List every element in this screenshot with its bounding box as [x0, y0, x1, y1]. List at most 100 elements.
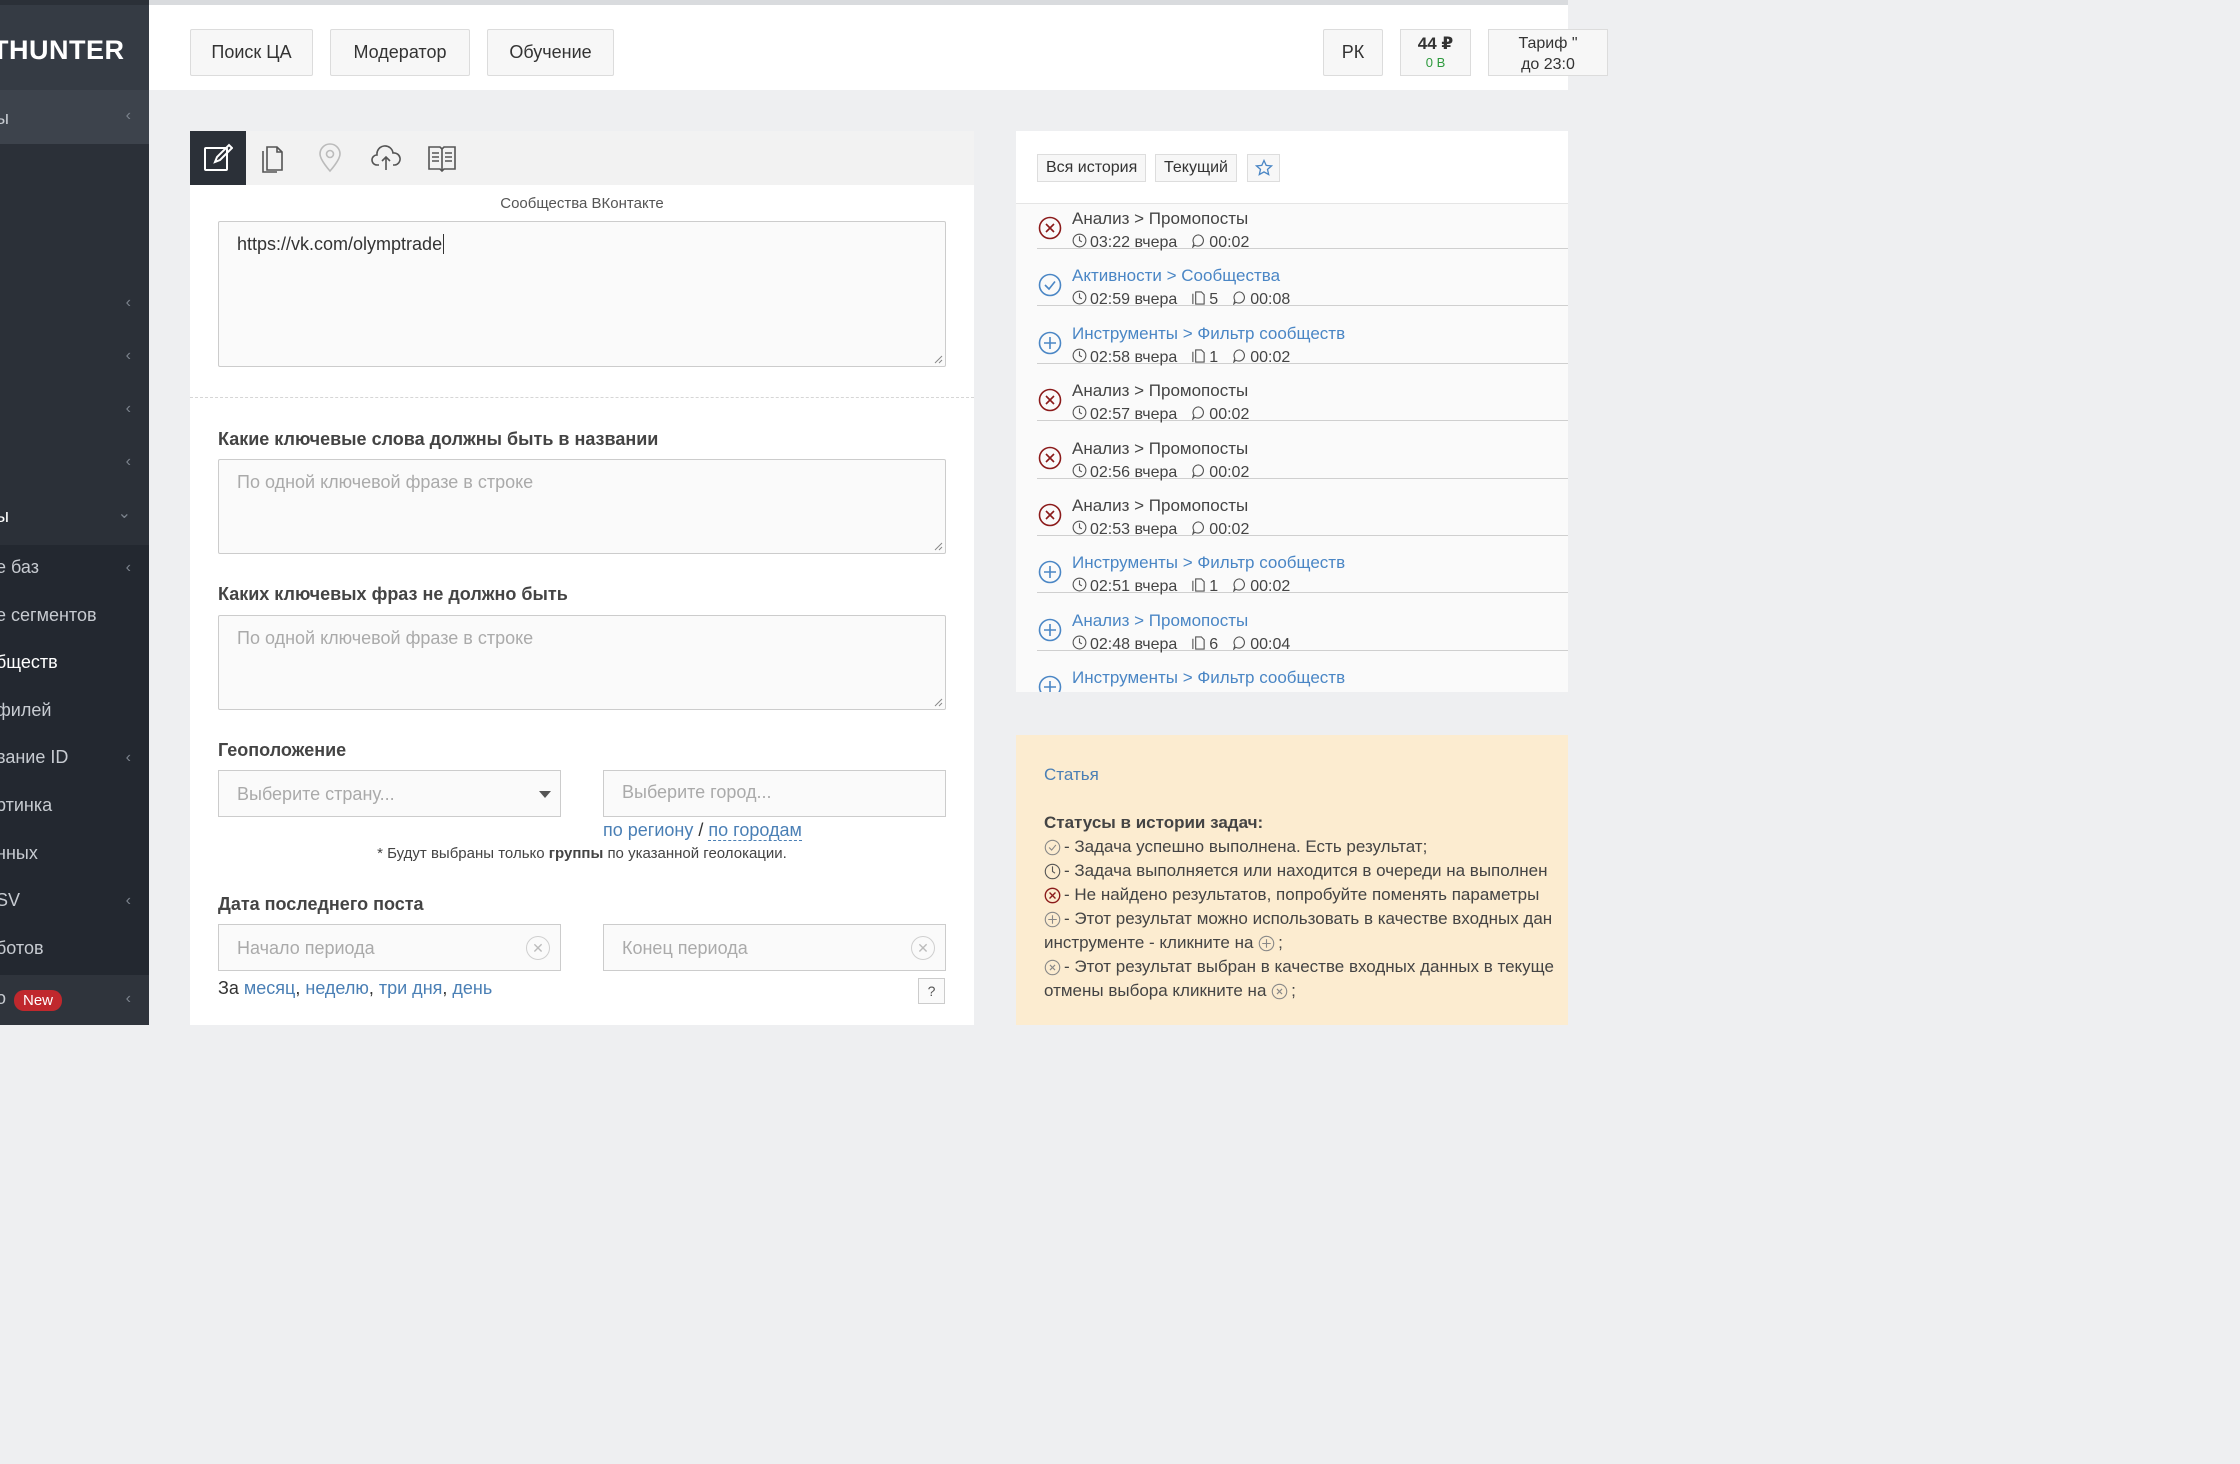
sidebar-item-9[interactable]: филей — [0, 700, 149, 740]
source-value: https://vk.com/olymptrade — [237, 234, 443, 254]
sidebar-item-6[interactable]: е баз ‹ — [0, 557, 149, 597]
tariff-button[interactable]: Тариф " до 23:0 — [1488, 29, 1608, 76]
chevron-left-icon: ‹ — [125, 347, 131, 364]
history-row[interactable]: Инструменты > Фильтр сообществ 02:58 вчер… — [1037, 307, 1568, 366]
sidebar-item-label: вание ID — [0, 747, 69, 767]
chevron-left-icon: ‹ — [125, 990, 131, 1007]
chevron-left-icon: ‹ — [125, 107, 131, 124]
resize-handle-icon[interactable] — [933, 354, 943, 364]
history-row-title[interactable]: Инструменты > Фильтр сообществ — [1072, 668, 1345, 688]
period-day-link[interactable]: день — [452, 978, 492, 998]
plus-circle-icon[interactable] — [1038, 675, 1062, 692]
cancel-circle-icon — [1044, 959, 1061, 975]
info-line-selected: - Этот результат выбран в качестве входн… — [1044, 957, 1554, 977]
sidebar-item-2[interactable]: ‹ — [0, 345, 149, 385]
article-link[interactable]: Статья — [1044, 765, 1099, 785]
history-row-title[interactable]: Инструменты > Фильтр сообществ — [1072, 553, 1345, 573]
resize-handle-icon[interactable] — [933, 541, 943, 551]
error-circle-icon[interactable] — [1038, 388, 1062, 412]
tab-location[interactable] — [302, 131, 358, 185]
error-circle-icon[interactable] — [1038, 216, 1062, 240]
balance-amount: 44 ₽ — [1417, 34, 1454, 53]
balance-sub: 0 В — [1425, 55, 1446, 70]
by-city-link[interactable]: по городам — [708, 820, 802, 841]
sidebar-item-8[interactable]: бществ — [0, 652, 149, 692]
kw-in-textarea[interactable]: По одной ключевой фразе в строке — [218, 459, 946, 554]
period-week-link[interactable]: неделю — [305, 978, 368, 998]
history-row[interactable]: Инструменты > Фильтр сообществ 02:51 вчер… — [1037, 536, 1568, 595]
favorites-button[interactable] — [1247, 154, 1280, 182]
star-icon — [1254, 159, 1273, 176]
city-input[interactable]: Выберите город... — [603, 770, 946, 817]
tab-book[interactable] — [414, 131, 470, 185]
error-circle-icon[interactable] — [1038, 503, 1062, 527]
logo-bar: THUNTER — [0, 0, 149, 90]
clear-icon[interactable]: ✕ — [911, 936, 935, 960]
info-line-add: - Этот результат можно использовать в ка… — [1044, 909, 1552, 929]
plus-circle-icon[interactable] — [1038, 331, 1062, 355]
history-row[interactable]: Анализ > Промопосты 02:48 вчера 6 00:04 — [1037, 594, 1568, 653]
current-history-button[interactable]: Текущий — [1155, 154, 1237, 182]
training-button[interactable]: Обучение — [487, 29, 614, 76]
sidebar-item-0[interactable]: ы ‹ — [0, 104, 149, 144]
tab-edit[interactable] — [190, 131, 246, 185]
error-circle-icon[interactable] — [1038, 446, 1062, 470]
resize-handle-icon[interactable] — [933, 697, 943, 707]
all-history-button[interactable]: Вся история — [1037, 154, 1147, 182]
history-row[interactable]: Анализ > Промопосты 02:57 вчера 00:02 — [1037, 364, 1568, 423]
history-row[interactable]: Анализ > Промопосты 02:53 вчера 00:02 — [1037, 479, 1568, 538]
sidebar-item-1[interactable]: ‹ — [0, 292, 149, 332]
city-placeholder: Выберите город... — [622, 782, 772, 802]
kw-out-textarea[interactable]: По одной ключевой фразе в строке — [218, 615, 946, 710]
rk-button[interactable]: РК — [1323, 29, 1383, 76]
period-month-link[interactable]: месяц — [244, 978, 295, 998]
history-row-title[interactable]: Активности > Сообщества — [1072, 266, 1280, 286]
period-3days-link[interactable]: три дня — [379, 978, 443, 998]
history-row-title[interactable]: Анализ > Промопосты — [1072, 611, 1248, 631]
chevron-left-icon: ‹ — [125, 559, 131, 576]
sidebar-item-11[interactable]: ртинка — [0, 795, 149, 835]
history-row[interactable]: Анализ > Промопосты 03:22 вчера 00:02 — [1037, 192, 1568, 251]
history-row-title: Анализ > Промопосты — [1072, 209, 1249, 228]
check-circle-icon[interactable] — [1038, 273, 1062, 297]
error-circle-icon — [1044, 887, 1061, 903]
status-info-box: Статья Статусы в истории задач: - Задача… — [1016, 735, 1568, 1025]
help-button[interactable]: ? — [918, 978, 945, 1004]
check-circle-icon — [1044, 839, 1061, 855]
cancel-circle-icon — [1271, 983, 1288, 999]
tab-files[interactable] — [246, 131, 302, 185]
history-row[interactable]: Анализ > Промопосты 02:56 вчера 00:02 — [1037, 422, 1568, 481]
sidebar-item-10[interactable]: вание ID ‹ — [0, 747, 149, 787]
sidebar-item-14[interactable]: ботов — [0, 938, 149, 978]
sidebar-item-13[interactable]: SV ‹ — [0, 890, 149, 930]
input-tabs — [190, 131, 974, 185]
geo-note-post: по указанной геолокации. — [607, 845, 787, 862]
history-row-title[interactable]: Инструменты > Фильтр сообществ — [1072, 324, 1345, 344]
sidebar-item-12[interactable]: нных — [0, 843, 149, 883]
sidebar-item-3[interactable]: ‹ — [0, 398, 149, 438]
source-textarea[interactable]: https://vk.com/olymptrade — [218, 221, 946, 367]
sidebar-item-4[interactable]: ‹ — [0, 451, 149, 491]
clear-icon[interactable]: ✕ — [526, 936, 550, 960]
tab-upload[interactable] — [358, 131, 414, 185]
search-audience-button[interactable]: Поиск ЦА — [190, 29, 313, 76]
end-placeholder: Конец периода — [622, 938, 748, 958]
info-line-add-cont: инструменте - кликните на ; — [1044, 933, 1283, 953]
geo-separator: / — [698, 820, 704, 840]
history-row[interactable]: Инструменты > Фильтр сообществ — [1037, 651, 1568, 692]
divider — [190, 397, 974, 398]
plus-circle-icon[interactable] — [1038, 560, 1062, 584]
sidebar-item-5[interactable]: ы ⌄ — [0, 505, 149, 546]
country-select[interactable]: Выберите страну... — [218, 770, 561, 817]
start-date-input[interactable]: Начало периода ✕ — [218, 924, 561, 971]
end-date-input[interactable]: Конец периода ✕ — [603, 924, 946, 971]
sidebar-item-7[interactable]: е сегментов — [0, 605, 149, 645]
plus-circle-icon[interactable] — [1038, 618, 1062, 642]
history-row[interactable]: Активности > Сообщества 02:59 вчера 5 00:08 — [1037, 249, 1568, 308]
geo-label: Геоположение — [218, 740, 347, 760]
balance-button[interactable]: 44 ₽ 0 В — [1400, 29, 1471, 76]
by-region-link[interactable]: по региону — [603, 820, 693, 840]
moderator-button[interactable]: Модератор — [330, 29, 470, 76]
tariff-line2: до 23:0 — [1521, 56, 1575, 73]
info-line3: - Не найдено результатов, попробуйте пом… — [1064, 885, 1540, 904]
